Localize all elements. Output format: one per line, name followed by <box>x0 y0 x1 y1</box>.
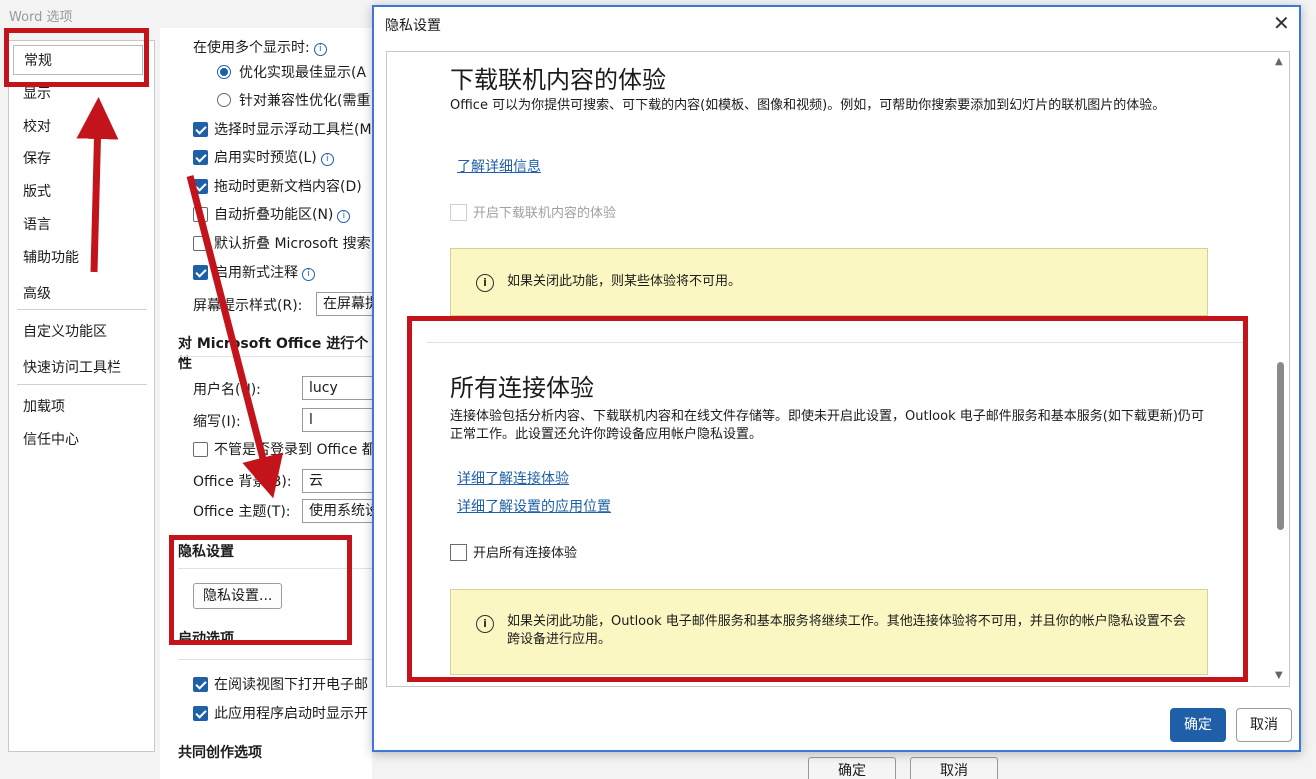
theme-select[interactable]: 使用系统设 <box>302 499 372 523</box>
window-title: Word 选项 <box>9 10 73 25</box>
checkbox-checked-icon <box>193 179 208 194</box>
nav-item-trust-center[interactable]: 信任中心 <box>23 429 79 449</box>
download-description: Office 可以为你提供可搜索、可下载的内容(如模板、图像和视频)。例如，可帮… <box>450 98 1166 113</box>
nav-item-addins[interactable]: 加载项 <box>23 396 65 416</box>
options-nav: 常规 显示 校对 保存 版式 语言 辅助功能 高级 自定义功能区 快速访问工具栏… <box>8 40 155 752</box>
checkbox-collapse-search[interactable]: 默认折叠 Microsoft 搜索 <box>193 233 371 253</box>
dialog-title: 隐私设置 <box>385 18 441 34</box>
personalize-heading: 对 Microsoft Office 进行个性 <box>178 336 369 372</box>
coauthoring-heading: 共同创作选项 <box>178 745 262 761</box>
section-divider <box>178 659 372 660</box>
checkbox-modern-comments[interactable]: 启用新式注释 i <box>193 262 315 282</box>
download-heading: 下载联机内容的体验 <box>450 66 666 94</box>
close-icon[interactable]: ✕ <box>1273 11 1290 35</box>
general-options-panel: 在使用多个显示时: i 优化实现最佳显示(A 针对兼容性优化(需重 选择时显示浮动… <box>160 28 372 779</box>
dialog-cancel-button[interactable]: 取消 <box>1236 708 1292 742</box>
radio-selected-icon <box>217 65 231 79</box>
checkbox-collapse-ribbon[interactable]: 自动折叠功能区(N) i <box>193 204 351 224</box>
background-select[interactable]: 云 <box>302 469 372 493</box>
download-notice: i 如果关闭此功能，则某些体验将不可用。 <box>450 248 1208 316</box>
screentip-label: 屏幕提示样式(R): <box>193 298 303 314</box>
scroll-up-icon[interactable]: ▲ <box>1275 56 1283 67</box>
checkbox-start-screen[interactable]: 此应用程序启动时显示开 <box>193 703 368 723</box>
learn-more-link[interactable]: 了解详细信息 <box>457 156 541 176</box>
username-input[interactable]: lucy <box>302 376 372 400</box>
info-icon: i <box>337 210 351 223</box>
checkbox-reading-view[interactable]: 在阅读视图下打开电子邮 <box>193 674 368 694</box>
nav-item-accessibility[interactable]: 辅助功能 <box>23 247 79 267</box>
nav-item-customize-ribbon[interactable]: 自定义功能区 <box>23 321 107 341</box>
theme-label: Office 主题(T): <box>193 504 291 520</box>
nav-item-proofing[interactable]: 校对 <box>23 116 51 136</box>
download-checkbox[interactable]: 开启下载联机内容的体验 <box>450 202 616 221</box>
options-cancel-button[interactable]: 取消 <box>910 757 998 779</box>
highlight-box-connected-experiences <box>407 316 1248 682</box>
radio-optimize[interactable]: 优化实现最佳显示(A <box>217 62 366 82</box>
nav-item-layout[interactable]: 版式 <box>23 181 51 201</box>
highlight-box-privacy-button <box>169 535 352 645</box>
checkbox-icon <box>450 204 467 221</box>
screentip-select[interactable]: 在屏幕提 <box>316 292 372 316</box>
initials-input[interactable]: l <box>302 408 372 432</box>
checkbox-live-preview[interactable]: 启用实时预览(L) i <box>193 147 334 167</box>
username-label: 用户名(U): <box>193 382 261 398</box>
info-icon: i <box>476 274 494 292</box>
initials-label: 缩写(I): <box>193 414 241 430</box>
checkbox-checked-icon <box>193 122 208 137</box>
checkbox-checked-icon <box>193 706 208 721</box>
nav-item-quick-access[interactable]: 快速访问工具栏 <box>23 357 121 377</box>
checkbox-checked-icon <box>193 265 208 280</box>
checkbox-checked-icon <box>193 150 208 165</box>
nav-divider <box>17 384 147 385</box>
checkbox-floating-toolbar[interactable]: 选择时显示浮动工具栏(M <box>193 119 372 139</box>
radio-icon <box>217 93 231 107</box>
info-icon: i <box>313 43 327 56</box>
radio-compat[interactable]: 针对兼容性优化(需重 <box>217 90 370 110</box>
checkbox-always-use[interactable]: 不管是否登录到 Office 都 <box>193 439 372 459</box>
checkbox-icon <box>193 236 208 251</box>
download-notice-text: 如果关闭此功能，则某些体验将不可用。 <box>507 274 742 289</box>
scrollbar-thumb[interactable] <box>1277 362 1284 530</box>
multi-display-label: 在使用多个显示时: i <box>193 37 327 57</box>
highlight-box-general <box>4 28 149 87</box>
section-divider <box>178 356 372 357</box>
checkbox-update-drag[interactable]: 拖动时更新文档内容(D) <box>193 176 362 196</box>
info-icon: i <box>302 268 315 281</box>
checkbox-checked-icon <box>193 677 208 692</box>
nav-item-language[interactable]: 语言 <box>23 214 51 234</box>
dialog-ok-button[interactable]: 确定 <box>1170 708 1226 742</box>
scroll-down-icon[interactable]: ▼ <box>1275 670 1283 681</box>
checkbox-icon <box>193 207 208 222</box>
nav-divider <box>17 309 147 310</box>
download-content-card: 下载联机内容的体验 Office 可以为你提供可搜索、可下载的内容(如模板、图像… <box>427 52 1247 320</box>
nav-item-advanced[interactable]: 高级 <box>23 283 51 303</box>
info-icon: i <box>320 153 334 166</box>
background-label: Office 背景(B): <box>193 474 292 490</box>
checkbox-icon <box>193 442 208 457</box>
nav-item-save[interactable]: 保存 <box>23 148 51 168</box>
options-ok-button[interactable]: 确定 <box>808 757 896 779</box>
